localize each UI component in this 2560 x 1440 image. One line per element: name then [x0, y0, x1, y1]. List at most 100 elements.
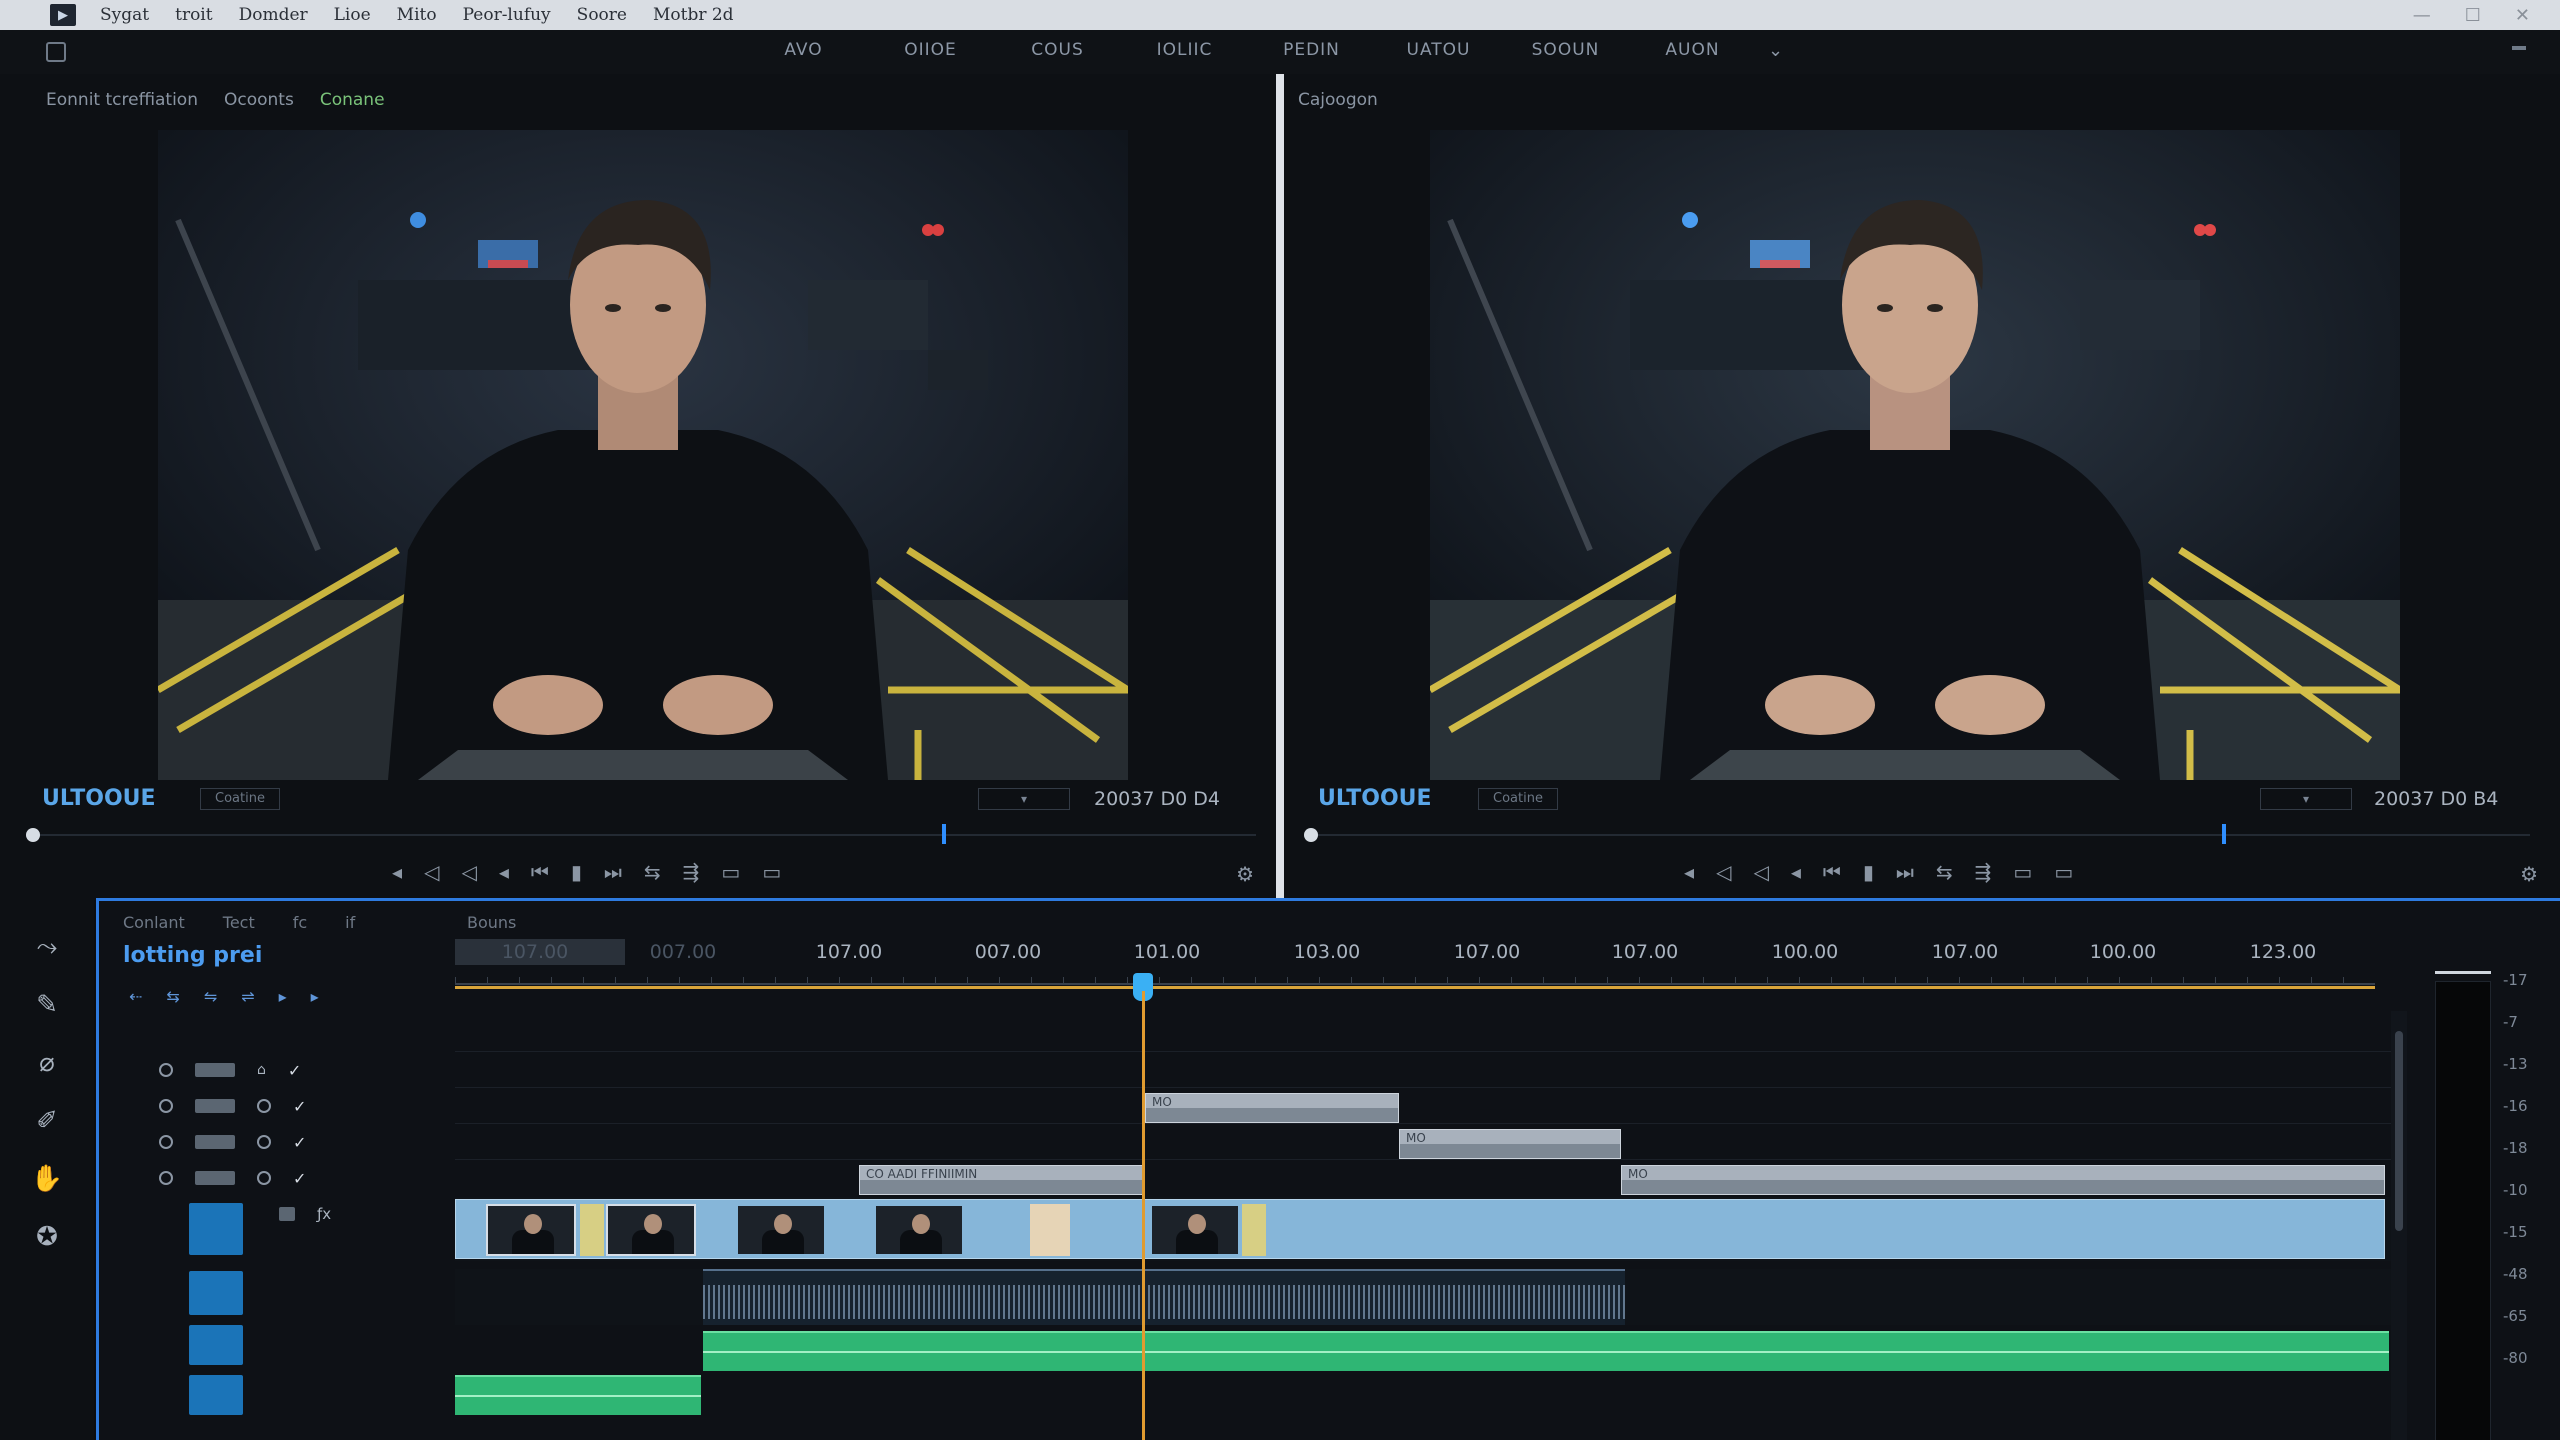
home-icon[interactable] [46, 42, 66, 62]
sequence-tab[interactable]: Bouns [467, 913, 516, 932]
video-clip[interactable]: MO [1145, 1093, 1399, 1123]
source-video-frame[interactable] [158, 130, 1128, 780]
audio-clip-music[interactable] [455, 1375, 701, 1415]
menu-item[interactable]: Sygat [100, 5, 149, 25]
razor-tool-icon[interactable]: ⌀ [30, 1046, 64, 1080]
check-icon[interactable]: ✓ [293, 1133, 306, 1152]
timeline-tab[interactable]: if [345, 913, 355, 932]
compare-icon[interactable]: ▭ [2054, 860, 2073, 884]
mark-in-icon[interactable]: ◂ [392, 860, 402, 884]
rewind-icon[interactable]: ◁ [1753, 860, 1768, 884]
play-icon[interactable]: ▸ [279, 987, 287, 1006]
settings-icon[interactable]: ⚙ [2520, 862, 2538, 886]
workspace-tab[interactable]: PEDIN [1248, 40, 1375, 60]
source-tab-effects[interactable]: Eonnit tcreffiation [46, 90, 198, 110]
mark-in-icon[interactable]: ◂ [1684, 860, 1694, 884]
check-icon[interactable]: ✓ [293, 1097, 306, 1116]
lock-icon[interactable] [257, 1099, 271, 1113]
step-back-icon[interactable]: ◁ [424, 860, 439, 884]
resolution-dropdown[interactable]: ▾ [978, 788, 1070, 810]
video-clip-main[interactable] [455, 1199, 2385, 1259]
fx-icon[interactable]: ƒx [317, 1205, 331, 1223]
chevron-down-icon[interactable]: ⌄ [1768, 40, 1783, 61]
menu-item[interactable]: Motbr 2d [653, 5, 734, 25]
lock-icon[interactable] [257, 1171, 271, 1185]
video-clip[interactable]: CO AADI FFINIIMIN [859, 1165, 1143, 1195]
menu-item[interactable]: Lioe [334, 5, 371, 25]
check-icon[interactable]: ✓ [288, 1061, 301, 1080]
workspace-tab[interactable]: AVO [740, 40, 867, 60]
menu-item[interactable]: troit [175, 5, 212, 25]
timeline-playhead[interactable] [1142, 991, 1145, 1440]
go-to-in-icon[interactable]: ⏮ [531, 860, 549, 884]
resolution-dropdown[interactable]: ▾ [2260, 788, 2352, 810]
source-scrub-start[interactable] [26, 828, 40, 842]
source-scrub-bar[interactable] [26, 834, 1256, 836]
play-stop-icon[interactable]: ▮ [571, 860, 582, 884]
eye-icon[interactable] [159, 1063, 173, 1077]
pen-tool-icon[interactable]: ✎ [30, 988, 64, 1022]
go-to-in-icon[interactable]: ⏮ [1823, 860, 1841, 884]
menu-item[interactable]: Peor-lufuy [463, 5, 551, 25]
export-frame-icon[interactable]: ▭ [2013, 860, 2032, 884]
timeline-scrollbar[interactable] [2391, 1011, 2407, 1440]
type-tool-icon[interactable]: ✪ [30, 1220, 64, 1254]
timeline-tab[interactable]: fc [293, 913, 307, 932]
play-around-icon[interactable]: ▸ [311, 987, 319, 1006]
fit-zoom-select[interactable]: Coatine [200, 788, 280, 810]
lock-icon[interactable]: ⌂ [257, 1062, 266, 1078]
audio-track-target[interactable] [189, 1271, 243, 1315]
workspace-tab[interactable]: AUON [1629, 40, 1756, 60]
minimize-button[interactable]: — [2413, 5, 2431, 26]
video-track-target[interactable] [189, 1203, 243, 1255]
rewind-icon[interactable]: ◁ [461, 860, 476, 884]
frame-back-icon[interactable]: ◂ [1791, 860, 1801, 884]
work-area-bar[interactable] [455, 986, 2375, 989]
maximize-button[interactable]: ☐ [2465, 5, 2481, 26]
scrollbar-thumb[interactable] [2395, 1031, 2403, 1231]
go-to-out-icon[interactable]: ⏭ [604, 860, 622, 884]
monitor-divider[interactable] [1276, 74, 1284, 900]
audio-track-target[interactable] [189, 1375, 243, 1415]
snap-icon[interactable]: ⇠ [129, 987, 142, 1006]
workspace-tab[interactable]: COUS [994, 40, 1121, 60]
track-label[interactable] [195, 1135, 235, 1149]
menu-item[interactable]: Mito [397, 5, 437, 25]
program-video-frame[interactable] [1430, 130, 2400, 780]
selection-tool-icon[interactable]: ⤳ [30, 930, 64, 964]
brush-tool-icon[interactable]: ✐ [30, 1104, 64, 1138]
close-button[interactable]: ✕ [2515, 5, 2530, 26]
extract-icon[interactable]: ⇶ [1975, 860, 1992, 884]
program-playhead[interactable] [2222, 824, 2226, 844]
export-frame-icon[interactable]: ▭ [721, 860, 740, 884]
track-label[interactable] [195, 1063, 235, 1077]
track-label[interactable] [195, 1171, 235, 1185]
lift-icon[interactable]: ⇆ [1936, 860, 1953, 884]
menu-item[interactable]: Soore [577, 5, 627, 25]
compare-icon[interactable]: ▭ [762, 860, 781, 884]
time-ruler[interactable]: 107.00 007.00 107.00 007.00 101.00 103.0… [455, 933, 2375, 985]
insert-icon[interactable]: ⇆ [644, 860, 661, 884]
hand-tool-icon[interactable]: ✋ [30, 1162, 64, 1196]
timeline-tab[interactable]: Tect [223, 913, 255, 932]
workspace-tab[interactable]: UATOU [1375, 40, 1502, 60]
eye-icon[interactable] [159, 1099, 173, 1113]
lock-icon[interactable] [257, 1135, 271, 1149]
menu-item[interactable]: Domder [239, 5, 308, 25]
video-clip[interactable]: MO [1399, 1129, 1621, 1159]
audio-clip-music[interactable] [703, 1331, 2389, 1371]
play-stop-icon[interactable]: ▮ [1863, 860, 1874, 884]
fit-zoom-select[interactable]: Coatine [1478, 788, 1558, 810]
track-label[interactable] [195, 1099, 235, 1113]
overwrite-icon[interactable]: ⇶ [683, 860, 700, 884]
track-label[interactable] [279, 1207, 295, 1221]
step-back-icon[interactable]: ◁ [1716, 860, 1731, 884]
source-tab-active[interactable]: Conane [320, 90, 385, 110]
timeline-tab[interactable]: Conlant [123, 913, 185, 932]
eye-icon[interactable] [159, 1171, 173, 1185]
source-playhead[interactable] [942, 824, 946, 844]
go-to-out-icon[interactable]: ⏭ [1896, 860, 1914, 884]
audio-clip[interactable] [703, 1269, 1625, 1325]
workspace-tab[interactable]: OIIOE [867, 40, 994, 60]
frame-back-icon[interactable]: ◂ [499, 860, 509, 884]
